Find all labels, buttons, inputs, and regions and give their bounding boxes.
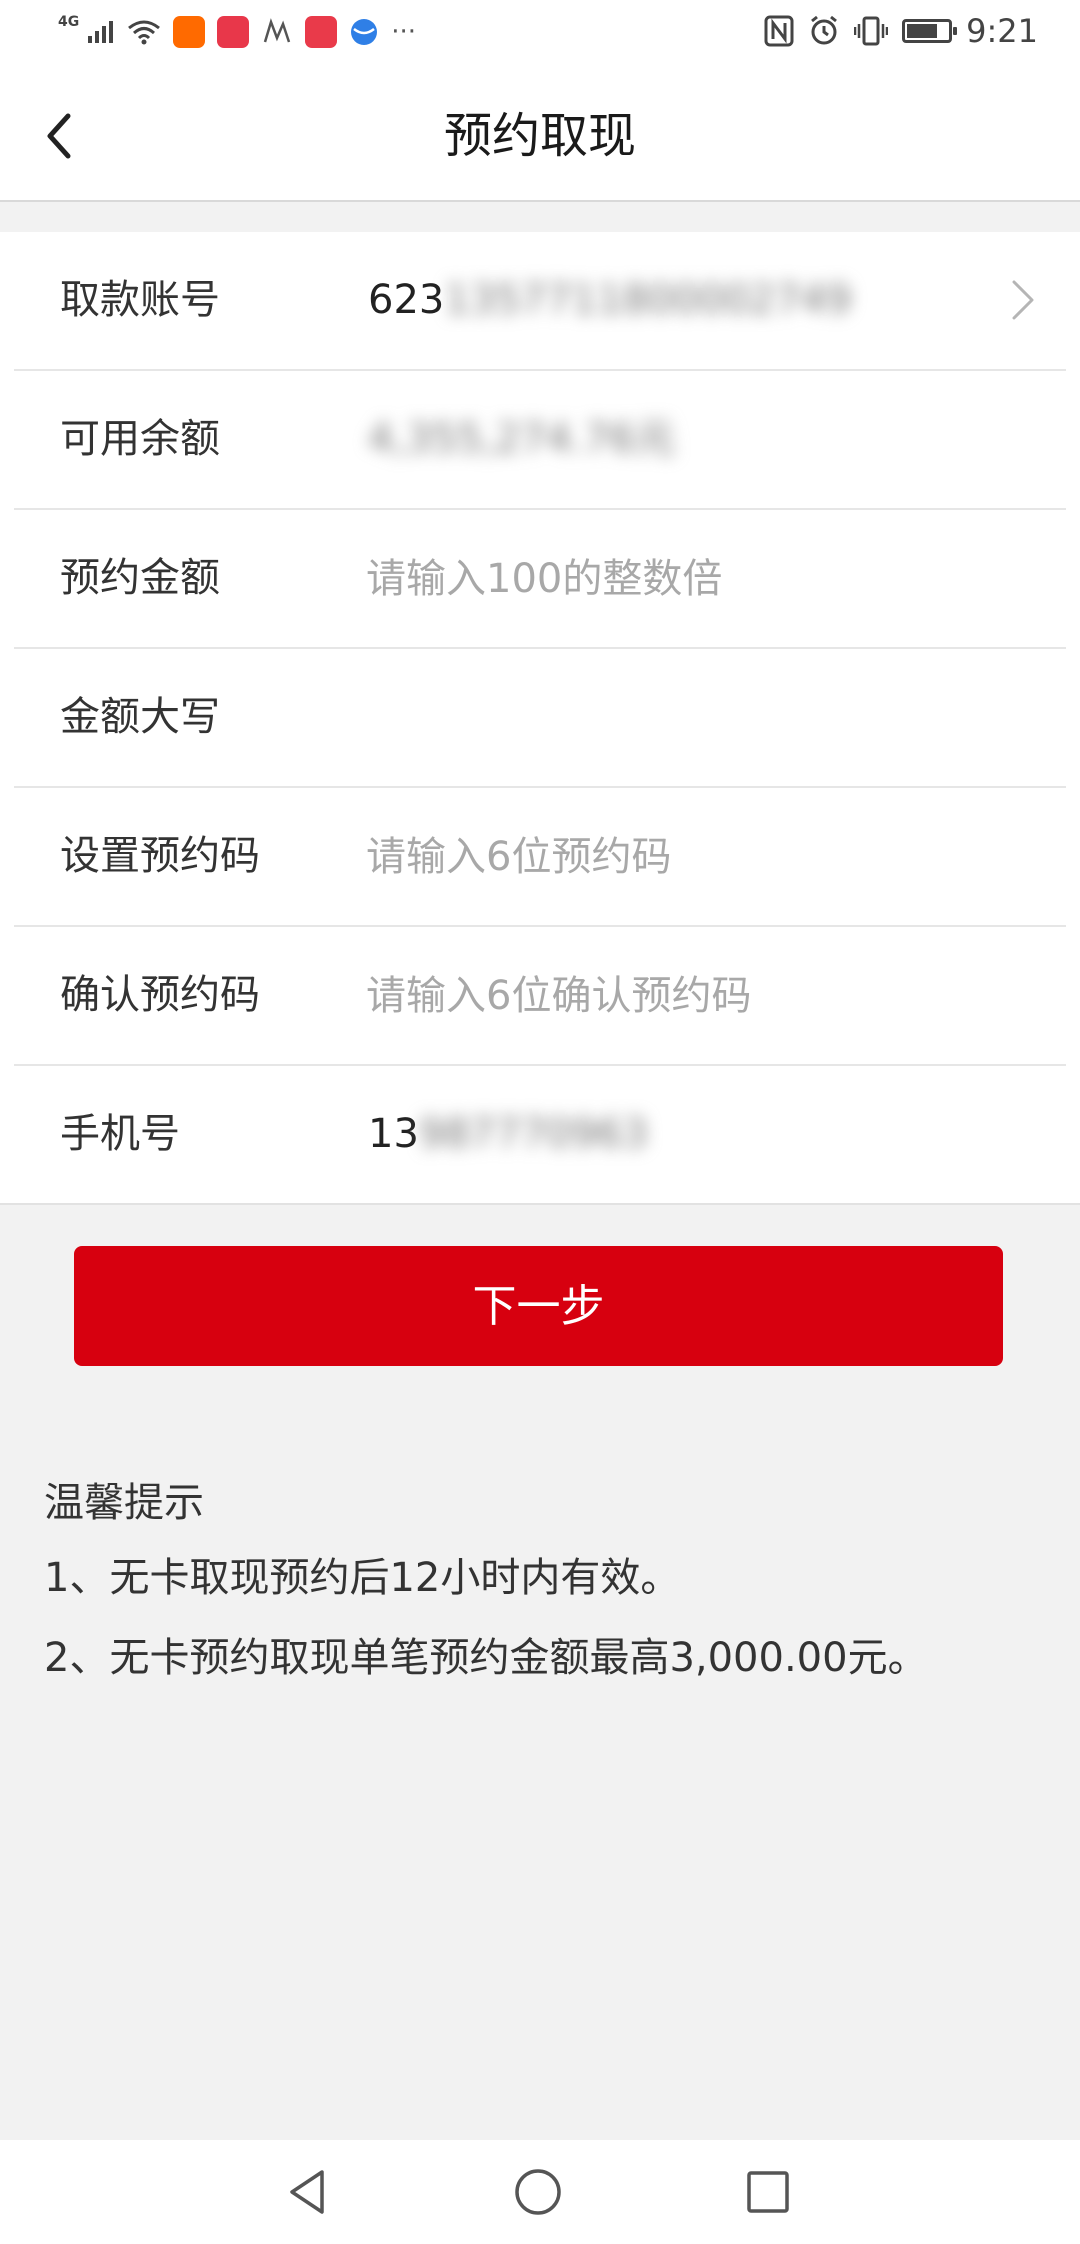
- status-time: 9:21: [966, 12, 1038, 50]
- amount-input[interactable]: [366, 540, 1006, 618]
- balance-row: 可用余额 4,355,274.76元: [14, 371, 1066, 510]
- system-home-button[interactable]: [504, 2158, 572, 2226]
- balance-masked: 4,355,274.76元: [368, 416, 676, 462]
- circle-home-icon: [515, 2169, 561, 2215]
- status-bar: 4G ··· 9:21: [0, 0, 1080, 72]
- reader-app-icon: [217, 16, 250, 48]
- alarm-icon: [811, 15, 838, 45]
- battery-icon: [902, 19, 958, 43]
- account-prefix: 623: [368, 277, 445, 323]
- phone-masked: 987770963: [418, 1111, 648, 1157]
- system-back-button[interactable]: [274, 2158, 342, 2226]
- phone-row: 手机号 13 987770963: [14, 1066, 1066, 1203]
- huawei-store-icon: [305, 16, 338, 48]
- nav-bar: 预约取现: [0, 72, 1080, 202]
- balance-label: 可用余额: [60, 416, 220, 462]
- back-button[interactable]: [20, 96, 100, 176]
- account-label: 取款账号: [60, 277, 220, 323]
- amount-row: 预约金额: [14, 510, 1066, 649]
- system-recents-button[interactable]: [734, 2158, 802, 2226]
- browser-app-icon: [351, 19, 378, 45]
- page-title: 预约取现: [443, 108, 636, 164]
- set-code-label: 设置预约码: [60, 833, 260, 879]
- amount-upper-row: 金额大写: [14, 649, 1066, 788]
- phone-prefix: 13: [368, 1111, 419, 1157]
- confirm-code-row: 确认预约码: [14, 927, 1066, 1066]
- amount-upper-label: 金额大写: [60, 694, 220, 740]
- account-masked: 1357711800002749: [444, 277, 852, 323]
- more-notifications-icon: ···: [391, 17, 417, 47]
- withdrawal-form: 取款账号 623 1357711800002749 可用余额 4,355,274.…: [0, 232, 1080, 1205]
- confirm-code-input[interactable]: [366, 957, 1006, 1035]
- vibrate-icon: [854, 16, 889, 46]
- tips-title: 温馨提示: [44, 1480, 204, 1526]
- set-code-row: 设置预约码: [14, 788, 1066, 927]
- battery-level-fill: [907, 24, 938, 38]
- tips-item: 2、无卡预约取现单笔预约金额最高3,000.00元。: [44, 1635, 928, 1681]
- phone-label: 手机号: [60, 1111, 180, 1157]
- chevron-right-icon[interactable]: [998, 276, 1046, 324]
- amount-label: 预约金额: [60, 555, 220, 601]
- confirm-code-label: 确认预约码: [60, 972, 260, 1018]
- signal-icon: [88, 21, 114, 43]
- set-code-input[interactable]: [366, 818, 1006, 896]
- taobao-app-icon: [173, 16, 206, 48]
- next-button[interactable]: 下一步: [74, 1246, 1003, 1366]
- tips-section: 温馨提示 1、无卡取现预约后12小时内有效。 2、无卡预约取现单笔预约金额最高3…: [44, 1468, 1044, 1698]
- network-type: 4G: [58, 14, 80, 30]
- square-recents-icon: [747, 2171, 789, 2213]
- tips-item: 1、无卡取现预约后12小时内有效。: [44, 1555, 681, 1601]
- status-right: 9:21: [764, 12, 1038, 50]
- wifi-icon: [128, 20, 161, 45]
- phone-value: 13 987770963: [368, 1066, 648, 1203]
- status-left: 4G ···: [58, 14, 417, 48]
- chevron-left-icon: [47, 113, 71, 159]
- account-value: 623 1357711800002749: [368, 232, 852, 369]
- study-app-icon: [264, 18, 291, 43]
- account-row[interactable]: 取款账号 623 1357711800002749: [14, 232, 1066, 371]
- triangle-back-icon: [290, 2170, 324, 2214]
- system-nav-bar: [0, 2140, 1080, 2244]
- balance-value: 4,355,274.76元: [368, 371, 675, 508]
- nfc-icon: [764, 15, 794, 47]
